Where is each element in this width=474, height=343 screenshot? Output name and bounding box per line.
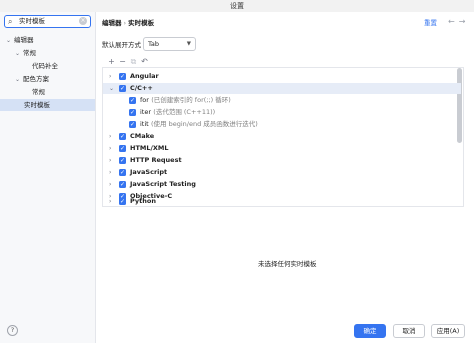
template-group-name: CMake: [130, 132, 155, 140]
search-input[interactable]: 实时模板: [19, 16, 45, 27]
breadcrumb-item[interactable]: 编辑器: [102, 19, 122, 27]
checkbox[interactable]: ✓: [119, 145, 126, 152]
apply-button[interactable]: 应用(A): [431, 324, 465, 338]
select-value: Tab: [148, 40, 160, 48]
nav-item-general[interactable]: ⌄ 常规: [15, 47, 36, 59]
checkbox[interactable]: ✓: [129, 121, 136, 128]
chevron-right-icon[interactable]: ›: [109, 179, 111, 190]
nav-item-live-templates[interactable]: 实时模板: [0, 99, 95, 111]
arrow-right-icon[interactable]: →: [459, 17, 470, 26]
help-icon[interactable]: ?: [7, 325, 18, 336]
close-icon[interactable]: ×: [79, 17, 87, 25]
nav-item-label: 配色方案: [23, 75, 49, 83]
chevron-right-icon[interactable]: ›: [109, 131, 111, 142]
settings-sidebar: ⌕ 实时模板 × ⌄ 编辑器 ⌄ 常规 代码补全 ⌄ 配色方案 常规 实时模板: [0, 12, 96, 343]
template-item-row[interactable]: ✓ iter (迭代范围 (C++11)): [103, 107, 461, 118]
template-abbreviation: itit: [140, 120, 149, 128]
template-group-name: Python: [130, 197, 156, 205]
nav-item-code-completion[interactable]: 代码补全: [32, 60, 58, 72]
chevron-down-icon[interactable]: ⌄: [15, 48, 23, 60]
nav-item-editor[interactable]: ⌄ 编辑器: [6, 34, 34, 46]
nav-item-label: 编辑器: [14, 36, 34, 44]
undo-icon[interactable]: ↶: [139, 57, 150, 67]
reset-link[interactable]: 重置: [424, 18, 437, 28]
checkbox[interactable]: ✓: [129, 97, 136, 104]
checkbox[interactable]: ✓: [129, 109, 136, 116]
nav-item-label: 常规: [23, 49, 36, 57]
chevron-down-icon[interactable]: ⌄: [15, 74, 23, 86]
checkbox[interactable]: ✓: [119, 157, 126, 164]
expand-with-select[interactable]: Tab ▼: [143, 37, 196, 51]
template-group-row[interactable]: › ✓ HTML/XML: [103, 143, 461, 154]
checkbox[interactable]: ✓: [119, 181, 126, 188]
template-group-row[interactable]: › ✓ JavaScript: [103, 167, 461, 178]
templates-toolbar: + − ⧉ ↶: [106, 57, 150, 67]
template-item-row[interactable]: ✓ for (已创建索引的 for(;;) 循环): [103, 95, 461, 106]
remove-icon[interactable]: −: [117, 57, 128, 67]
search-field[interactable]: ⌕ 实时模板 ×: [4, 15, 91, 28]
template-description: (迭代范围 (C++11)): [153, 108, 216, 116]
cancel-button[interactable]: 取消: [393, 324, 425, 338]
template-group-row[interactable]: › ✓ HTTP Request: [103, 155, 461, 166]
template-group-name: HTTP Request: [130, 156, 182, 164]
history-navigation: ←→: [448, 17, 469, 27]
chevron-down-icon[interactable]: ⌄: [6, 35, 14, 47]
template-group-row[interactable]: › ✓ Python: [103, 196, 461, 206]
template-group-name: HTML/XML: [130, 144, 169, 152]
template-item-row[interactable]: ✓ itit (使用 begin/end 成员函数进行迭代): [103, 119, 461, 130]
chevron-right-icon[interactable]: ›: [109, 71, 111, 82]
template-group-name: JavaScript: [130, 168, 168, 176]
empty-state-text: 未选择任何实时模板: [258, 260, 317, 268]
template-group-name: Angular: [130, 72, 159, 80]
arrow-left-icon[interactable]: ←: [448, 17, 459, 26]
breadcrumb-current: 实时模板: [128, 19, 155, 27]
chevron-down-icon: ▼: [186, 41, 191, 47]
template-group-row[interactable]: › ✓ Angular: [103, 71, 461, 82]
checkbox[interactable]: ✓: [119, 133, 126, 140]
add-icon[interactable]: +: [106, 57, 117, 67]
nav-item-label: 代码补全: [32, 62, 58, 70]
template-description: (已创建索引的 for(;;) 循环): [151, 96, 231, 104]
nav-item-color-scheme[interactable]: ⌄ 配色方案: [15, 73, 49, 85]
breadcrumb: 编辑器 › 实时模板: [102, 18, 154, 28]
checkbox[interactable]: ✓: [119, 198, 126, 205]
template-abbreviation: iter: [140, 108, 152, 116]
window-title: 设置: [0, 0, 474, 12]
chevron-down-icon[interactable]: ⌄: [109, 83, 114, 94]
nav-item-label: 实时模板: [24, 101, 50, 109]
ok-button[interactable]: 确定: [354, 324, 386, 338]
checkbox[interactable]: ✓: [119, 85, 126, 92]
template-description: (使用 begin/end 成员函数进行迭代): [150, 120, 258, 128]
template-abbreviation: for: [140, 96, 149, 104]
chevron-right-icon[interactable]: ›: [109, 167, 111, 178]
checkbox[interactable]: ✓: [119, 73, 126, 80]
template-group-name: C/C++: [130, 84, 153, 92]
template-group-row[interactable]: ⌄ ✓ C/C++: [103, 83, 461, 94]
expand-with-label: 默认展开方式: [102, 41, 141, 49]
search-icon: ⌕: [8, 17, 13, 26]
template-group-row[interactable]: › ✓ JavaScript Testing: [103, 179, 461, 190]
template-group-row[interactable]: › ✓ CMake: [103, 131, 461, 142]
nav-item-scheme-general[interactable]: 常规: [32, 86, 45, 98]
checkbox[interactable]: ✓: [119, 169, 126, 176]
chevron-right-icon[interactable]: ›: [109, 143, 111, 154]
template-group-name: JavaScript Testing: [130, 180, 196, 188]
chevron-right-icon[interactable]: ›: [109, 196, 111, 206]
chevron-right-icon[interactable]: ›: [109, 155, 111, 166]
copy-icon[interactable]: ⧉: [128, 57, 139, 67]
nav-item-label: 常规: [32, 88, 45, 96]
